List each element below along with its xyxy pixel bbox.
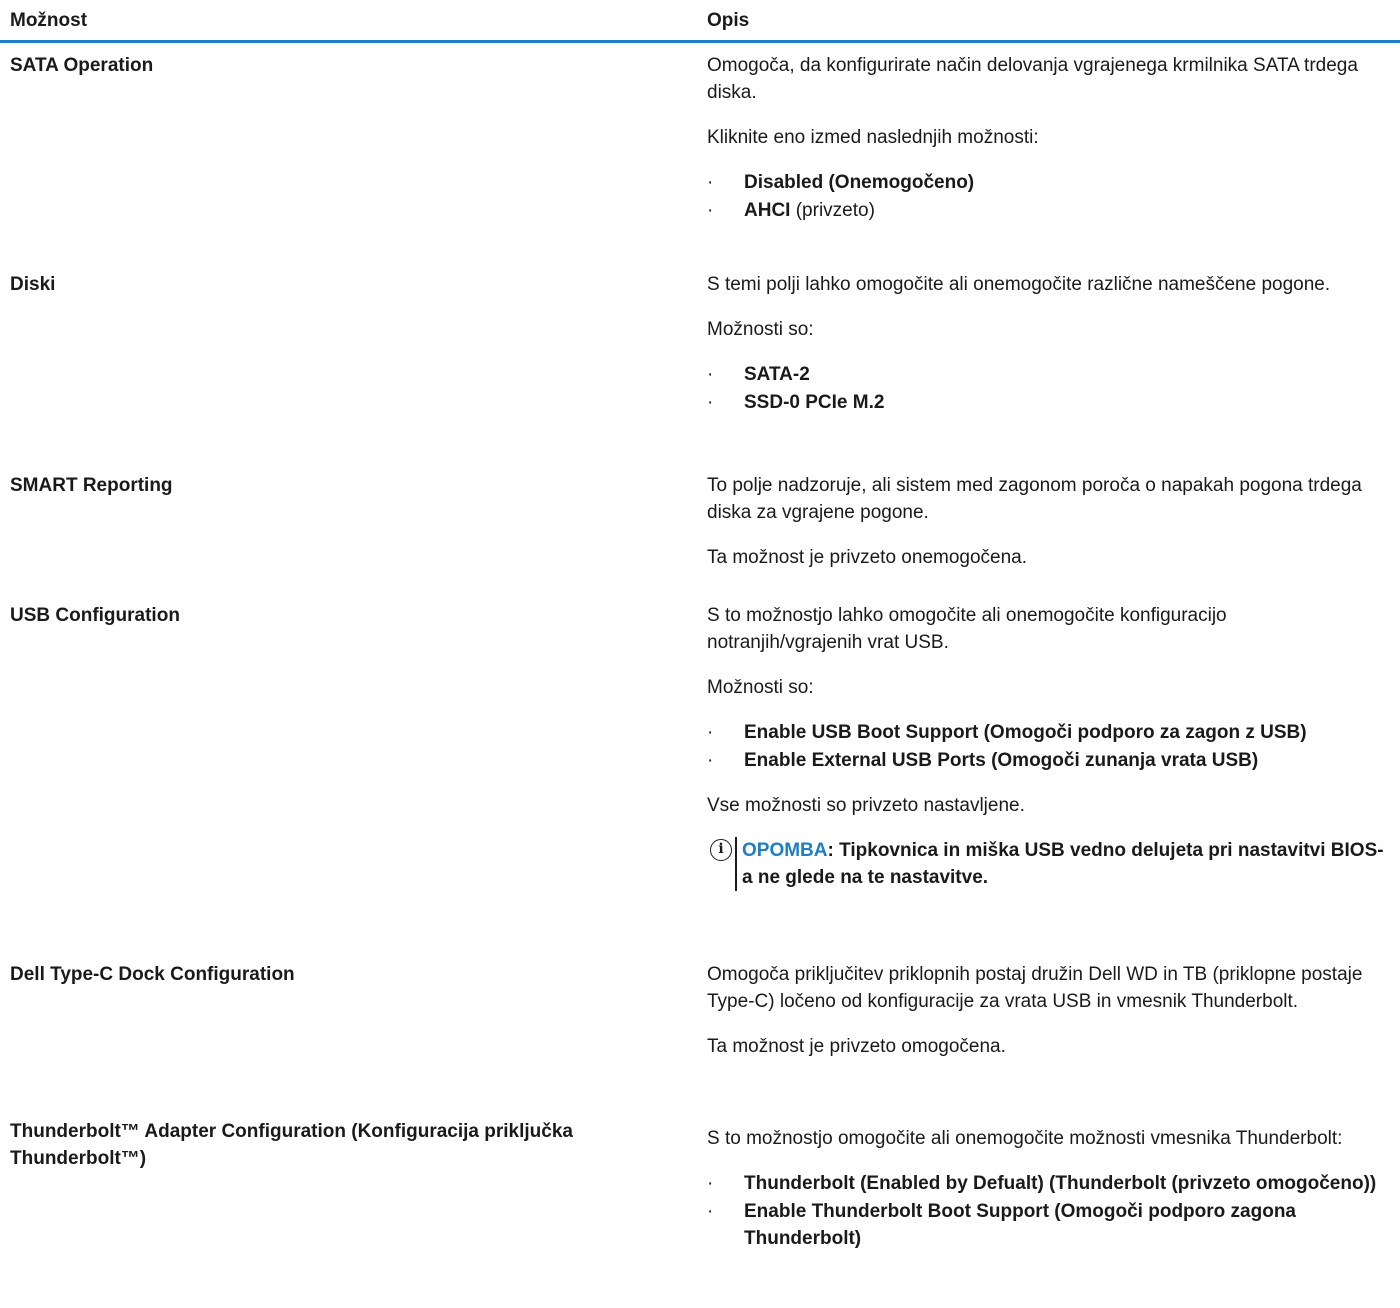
list-item: SSD-0 PCIe M.2 xyxy=(707,389,1386,416)
option-name: SATA Operation xyxy=(10,55,154,76)
table-row-usb-configuration: USB Configuration S to možnostjo lahko o… xyxy=(0,602,1400,961)
header-option: Možnost xyxy=(10,9,88,31)
description-text: Omogoča, da konfigurirate način delovanj… xyxy=(707,55,1358,103)
list-item: Enable USB Boot Support (Omogoči podporo… xyxy=(707,719,1386,746)
option-list: SATA-2 SSD-0 PCIe M.2 xyxy=(707,361,1386,416)
option-list: Thunderbolt (Enabled by Defualt) (Thunde… xyxy=(707,1170,1386,1252)
note-box: i OPOMBA: Tipkovnica in miška USB vedno … xyxy=(707,837,1386,891)
description-text: S to možnostjo omogočite ali onemogočite… xyxy=(707,1128,1343,1149)
note-text: : Tipkovnica in miška USB vedno delujeta… xyxy=(742,840,1384,888)
description-text: S to možnostjo lahko omogočite ali onemo… xyxy=(707,605,1227,653)
option-description: S to možnostjo omogočite ali onemogočite… xyxy=(707,1118,1400,1308)
list-item: Enable External USB Ports (Omogoči zunan… xyxy=(707,747,1386,774)
option-description: S to možnostjo lahko omogočite ali onemo… xyxy=(707,602,1400,961)
table-row-diski: Diski S temi polji lahko omogočite ali o… xyxy=(0,271,1400,472)
bios-options-table: Možnost Opis SATA Operation Omogoča, da … xyxy=(0,0,1400,1308)
option-name: Thunderbolt™ Adapter Configuration (Konf… xyxy=(10,1121,573,1169)
table-header: Možnost Opis xyxy=(0,0,1400,43)
table-row-smart-reporting: SMART Reporting To polje nadzoruje, ali … xyxy=(0,472,1400,602)
list-item: Thunderbolt (Enabled by Defualt) (Thunde… xyxy=(707,1170,1386,1197)
table-row-dell-type-c-dock: Dell Type-C Dock Configuration Omogoča p… xyxy=(0,961,1400,1118)
option-description: To polje nadzoruje, ali sistem med zagon… xyxy=(707,472,1400,602)
header-description: Opis xyxy=(707,9,750,31)
table-row-thunderbolt-adapter: Thunderbolt™ Adapter Configuration (Konf… xyxy=(0,1118,1400,1308)
list-item: SATA-2 xyxy=(707,361,1386,388)
note-label: OPOMBA xyxy=(742,840,828,861)
description-text: Omogoča priključitev priklopnih postaj d… xyxy=(707,964,1363,1012)
description-text: Ta možnost je privzeto onemogočena. xyxy=(707,547,1028,568)
description-text: Kliknite eno izmed naslednjih možnosti: xyxy=(707,127,1039,148)
table-row-sata-operation: SATA Operation Omogoča, da konfigurirate… xyxy=(0,43,1400,271)
description-text: Vse možnosti so privzeto nastavljene. xyxy=(707,795,1025,816)
option-name: Dell Type-C Dock Configuration xyxy=(10,964,295,985)
option-name: Diski xyxy=(10,274,56,295)
list-item: Disabled (Onemogočeno) xyxy=(707,169,1386,196)
info-icon: i xyxy=(707,837,735,891)
option-description: Omogoča priključitev priklopnih postaj d… xyxy=(707,961,1400,1118)
description-text: Možnosti so: xyxy=(707,677,814,698)
option-description: Omogoča, da konfigurirate način delovanj… xyxy=(707,52,1400,271)
description-text: S temi polji lahko omogočite ali onemogo… xyxy=(707,274,1331,295)
description-text: Možnosti so: xyxy=(707,319,814,340)
option-name: SMART Reporting xyxy=(10,475,173,496)
option-list: Enable USB Boot Support (Omogoči podporo… xyxy=(707,719,1386,774)
option-description: S temi polji lahko omogočite ali onemogo… xyxy=(707,271,1400,472)
option-list: Disabled (Onemogočeno) AHCI (privzeto) xyxy=(707,169,1386,224)
list-item: Enable Thunderbolt Boot Support (Omogoči… xyxy=(707,1198,1386,1252)
list-item: AHCI (privzeto) xyxy=(707,197,1386,224)
description-text: Ta možnost je privzeto omogočena. xyxy=(707,1036,1006,1057)
description-text: To polje nadzoruje, ali sistem med zagon… xyxy=(707,475,1362,523)
option-name: USB Configuration xyxy=(10,605,180,626)
